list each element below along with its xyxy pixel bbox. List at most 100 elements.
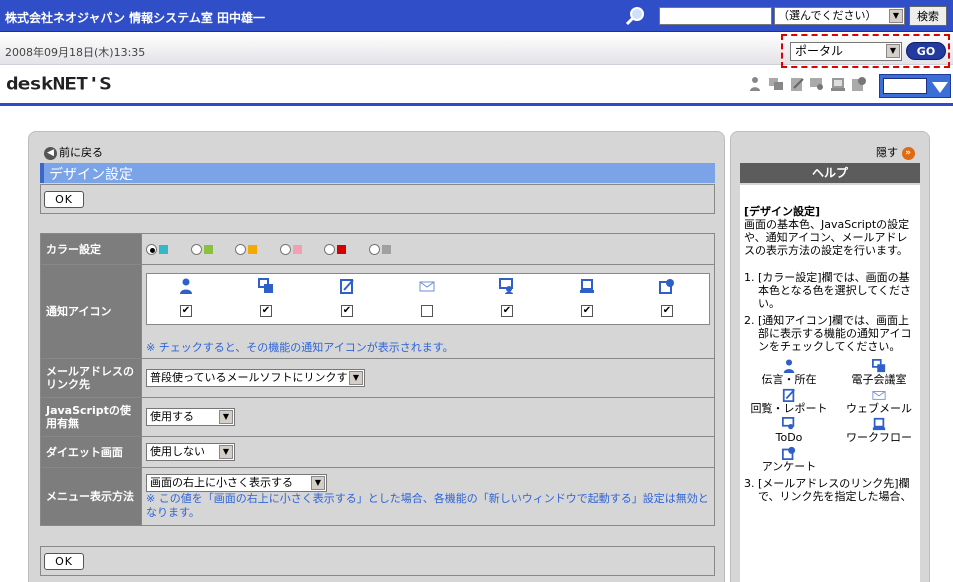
color-swatch: [203, 245, 213, 254]
top-header-bar: 株式会社ネオジャパン 情報システム室 田中雄一 （選んでください） ▼ 検索: [0, 0, 953, 32]
person-icon: [783, 359, 795, 373]
dropdown-arrow-icon[interactable]: ▼: [349, 371, 363, 385]
report-icon[interactable]: [789, 76, 805, 92]
legend-label: ウェブメール: [846, 402, 912, 415]
window-mode-toggle[interactable]: [879, 74, 951, 98]
dropdown-arrow-icon[interactable]: ▼: [219, 445, 233, 459]
notify-checkbox-5[interactable]: ✔: [501, 304, 513, 317]
back-link[interactable]: ◀ 前に戻る: [44, 144, 103, 160]
legend-label: アンケート: [761, 460, 817, 473]
legend-label: 回覧・レポート: [750, 402, 828, 415]
menu-display-select[interactable]: 画面の右上に小さく表示する ▼: [146, 473, 327, 492]
todo-icon[interactable]: [809, 76, 825, 92]
person-icon: [180, 278, 192, 294]
menu-select-value: 画面の右上に小さく表示する: [150, 475, 293, 489]
report-icon: [340, 278, 354, 294]
hide-help-link[interactable]: 隠す »: [876, 144, 915, 160]
mail-row: メールアドレスのリンク先 普段使っているメールソフトにリンクする ▼: [40, 358, 715, 398]
dropdown-arrow-icon[interactable]: ▼: [889, 9, 903, 23]
mail-icon: [872, 391, 886, 400]
color-swatch: [248, 245, 257, 254]
help-intro: 画面の基本色、JavaScriptの設定や、通知アイコン、メールアドレスの表示方…: [744, 218, 910, 257]
notify-checkbox-7[interactable]: ✔: [661, 304, 673, 317]
ok-button-bottom[interactable]: OK: [44, 553, 84, 570]
color-swatch: [159, 245, 168, 254]
legend-item: ウェブメール: [834, 388, 924, 415]
menu-note: ※ この値を「画面の右上に小さく表示する」とした場合、各機能の「新しいウィンドウ…: [146, 491, 709, 519]
dropdown-arrow-icon[interactable]: ▼: [886, 44, 900, 58]
portal-select[interactable]: ポータル ▼: [790, 42, 902, 61]
dropdown-arrow-icon[interactable]: ▼: [311, 475, 325, 490]
notify-checkbox-4[interactable]: [421, 304, 433, 317]
color-radio-5[interactable]: [324, 244, 335, 255]
search-button[interactable]: 検索: [909, 6, 947, 26]
help-item-3: [メールアドレスのリンク先]欄で、リンク先を指定した場合、: [758, 477, 916, 503]
legend-item: 伝言・所在: [744, 359, 834, 386]
menu-value-cell: 画面の右上に小さく表示する ▼ ※ この値を「画面の右上に小さく表示する」とした場…: [141, 467, 715, 526]
logo-text-nets: NET'S: [52, 74, 112, 94]
notify-options: ✔ ✔ ✔ ✔ ✔ ✔ ※ チェックすると、その機能の通知アイコンが表示されます…: [141, 264, 715, 359]
search-select-value: （選んでください）: [778, 9, 877, 22]
help-list: [カラー設定]欄では、画面の基本色となる色を選択してください。 [通知アイコン]…: [744, 271, 916, 503]
legend-label: ToDo: [775, 431, 803, 444]
go-button[interactable]: GO: [906, 42, 946, 60]
settings-table: カラー設定 通知アイコン ✔ ✔ ✔ ✔ ✔ ✔ ※ チェックすると、その機能の…: [40, 233, 715, 526]
js-select-value: 使用する: [150, 410, 194, 423]
notify-icon-box: ✔ ✔ ✔ ✔ ✔ ✔: [146, 272, 710, 325]
search-icon[interactable]: [625, 6, 645, 26]
diet-select[interactable]: 使用しない ▼: [146, 443, 235, 461]
dropdown-arrow-icon[interactable]: ▼: [219, 410, 233, 424]
mail-label: メールアドレスのリンク先: [40, 358, 142, 398]
js-row: JavaScriptの使用有無 使用する ▼: [40, 397, 715, 437]
person-icon[interactable]: [747, 76, 763, 92]
notify-checkbox-2[interactable]: ✔: [260, 304, 272, 317]
color-radio-3[interactable]: [235, 244, 246, 255]
help-item-1: [カラー設定]欄では、画面の基本色となる色を選択してください。: [758, 271, 916, 310]
notify-checkbox-3[interactable]: ✔: [341, 304, 353, 317]
mail-value-cell: 普段使っているメールソフトにリンクする ▼: [141, 358, 715, 398]
search-target-select[interactable]: （選んでください） ▼: [774, 7, 905, 25]
survey-icon: [659, 278, 674, 294]
workflow-icon: [872, 417, 886, 431]
header-divider: [0, 103, 953, 106]
color-swatch: [381, 245, 391, 254]
survey-icon[interactable]: [851, 76, 867, 92]
js-value-cell: 使用する ▼: [141, 397, 715, 437]
notify-checkbox-6[interactable]: ✔: [581, 304, 593, 317]
mail-icon: [419, 281, 435, 291]
help-item-2: [通知アイコン]欄では、画面上部に表示する機能の通知アイコンをチェックしてくださ…: [751, 314, 916, 473]
logo-text-desk: desk: [6, 74, 54, 94]
help-body: [デザイン設定] 画面の基本色、JavaScriptの設定や、通知アイコン、メー…: [740, 185, 920, 582]
back-arrow-icon: ◀: [44, 146, 57, 160]
triangle-down-icon[interactable]: [932, 82, 948, 93]
color-row: カラー設定: [40, 233, 715, 265]
hide-link-label: 隠す: [876, 146, 898, 159]
legend-item: ToDo: [744, 417, 834, 444]
color-radio-2[interactable]: [190, 244, 202, 255]
legend-label: 電子会議室: [851, 373, 907, 386]
bottom-ok-bar: OK: [40, 546, 715, 576]
color-radio-4[interactable]: [279, 244, 291, 255]
desknets-logo: deskNET'S: [6, 74, 112, 94]
color-radio-1[interactable]: [146, 244, 157, 255]
page-title-bar: デザイン設定: [40, 163, 715, 183]
color-radio-6[interactable]: [368, 244, 380, 255]
js-label: JavaScriptの使用有無: [40, 397, 142, 437]
notify-checkbox-1[interactable]: ✔: [180, 304, 192, 317]
legend-item: 回覧・レポート: [744, 388, 834, 415]
search-input[interactable]: [659, 7, 772, 25]
color-swatch: [337, 245, 346, 254]
ok-button-top[interactable]: OK: [44, 191, 84, 208]
mail-link-select[interactable]: 普段使っているメールソフトにリンクする ▼: [146, 369, 365, 387]
legend-label: 伝言・所在: [761, 373, 817, 386]
conference-icon: [258, 277, 273, 293]
help-header: ヘルプ: [740, 163, 920, 183]
page-title: デザイン設定: [49, 167, 133, 183]
color-swatch: [292, 245, 302, 254]
conference-icon: [872, 359, 886, 373]
javascript-select[interactable]: 使用する ▼: [146, 408, 235, 426]
diet-select-value: 使用しない: [150, 445, 205, 458]
workflow-icon[interactable]: [830, 76, 846, 92]
conference-icon[interactable]: [768, 76, 784, 92]
notify-note: ※ チェックすると、その機能の通知アイコンが表示されます。: [146, 340, 454, 354]
